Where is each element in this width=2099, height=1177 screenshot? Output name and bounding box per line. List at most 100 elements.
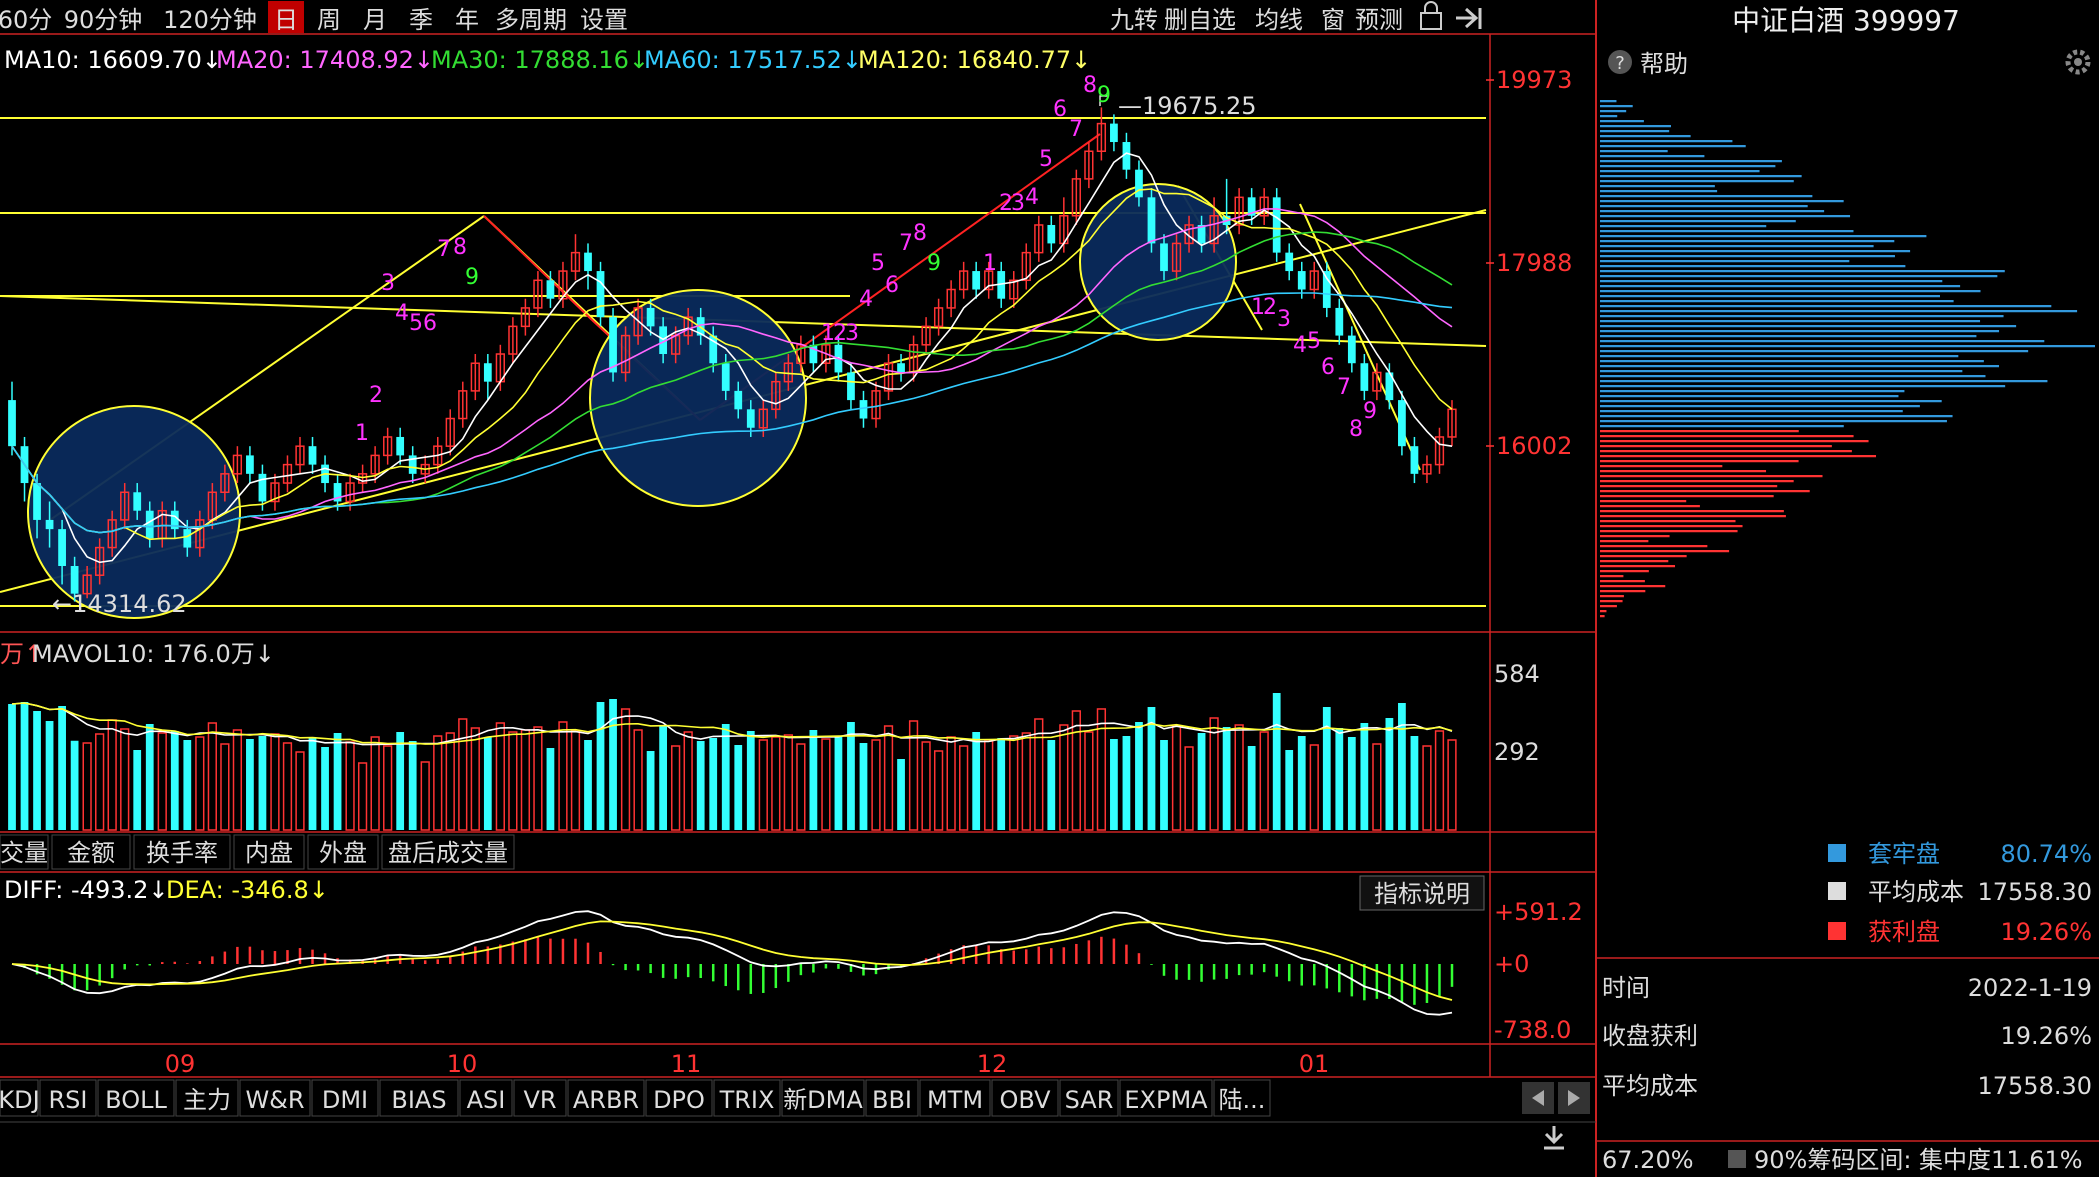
volume-bar-54: [683, 731, 693, 831]
indicator-tab-11[interactable]: TRIX: [719, 1086, 775, 1114]
volume-bar-94: [1184, 746, 1194, 831]
indicator-help-button[interactable]: 指标说明: [1374, 880, 1470, 908]
volume-bar-28: [357, 762, 368, 831]
toolbar-button-2[interactable]: 均线: [1255, 6, 1303, 34]
chip-bar-82: [1600, 510, 1784, 513]
indicator-tab-8[interactable]: VR: [523, 1086, 556, 1114]
scroll-right-icon[interactable]: [1558, 1082, 1590, 1114]
indicator-tab-10[interactable]: DPO: [653, 1086, 705, 1114]
chip-bar-91: [1600, 555, 1687, 558]
indicator-tab-16[interactable]: SAR: [1065, 1086, 1114, 1114]
chip-bar-56: [1600, 380, 2048, 383]
indicator-tab-12[interactable]: 新DMA: [783, 1086, 863, 1114]
volume-bar-66: [834, 736, 843, 830]
candle-32: [408, 446, 417, 484]
volume-bar-56: [709, 738, 718, 830]
indicator-tab-3[interactable]: 主力: [183, 1086, 231, 1114]
download-icon[interactable]: [1544, 1126, 1564, 1150]
indicator-tab-4[interactable]: W&R: [245, 1086, 304, 1114]
candle-body-0: [8, 400, 16, 447]
lock-icon[interactable]: [1420, 1, 1442, 30]
chip-bar-94: [1600, 570, 1649, 573]
candle-body-14: [183, 529, 192, 548]
period-tab-7[interactable]: 年: [455, 6, 479, 34]
td-count-2: 5: [409, 311, 423, 336]
period-tab-9[interactable]: 设置: [580, 6, 628, 34]
help-link[interactable]: 帮助: [1640, 50, 1688, 78]
toolbar-button-1[interactable]: 删自选: [1164, 6, 1236, 34]
volume-bar-37: [470, 727, 480, 831]
chip-legend-swatch-2: [1828, 922, 1846, 940]
td-count-33: 7: [1337, 375, 1351, 400]
period-tab-2[interactable]: 120分钟: [163, 6, 257, 34]
high-price-label: —19675.25: [1118, 92, 1257, 120]
volume-bar-50: [633, 729, 643, 831]
candle-36: [458, 381, 468, 428]
indicator-tab-9[interactable]: ARBR: [573, 1086, 639, 1114]
period-tab-4[interactable]: 周: [317, 6, 341, 34]
toolbar-button-3[interactable]: 窗: [1321, 6, 1345, 34]
chip-legend-label-2: 获利盘: [1868, 918, 1940, 946]
sub-tab-1[interactable]: 金额: [67, 839, 115, 867]
exit-icon[interactable]: [1456, 7, 1482, 29]
volume-bar-69: [871, 739, 881, 831]
candle-45: [570, 234, 581, 281]
period-tab-5[interactable]: 月: [363, 6, 387, 34]
period-tab-8[interactable]: 多周期: [495, 6, 567, 34]
indicator-tab-14[interactable]: MTM: [927, 1086, 983, 1114]
period-tab-0[interactable]: 60分: [0, 6, 52, 34]
volume-bar-65: [821, 738, 831, 831]
candle-42: [533, 271, 543, 318]
sub-tab-3[interactable]: 内盘: [245, 839, 293, 867]
volume-bar-98: [1234, 724, 1244, 831]
toolbar-button-4[interactable]: 预测: [1355, 6, 1403, 34]
indicator-tab-15[interactable]: OBV: [999, 1086, 1051, 1114]
chip-bar-74: [1600, 470, 1767, 473]
scroll-left-icon[interactable]: [1522, 1082, 1554, 1114]
help-icon[interactable]: ?: [1608, 50, 1632, 74]
indicator-tab-7[interactable]: ASI: [467, 1086, 506, 1114]
candle-39: [495, 344, 505, 391]
chip-bar-8: [1600, 140, 1733, 143]
chip-bar-76: [1600, 480, 1794, 483]
indicator-tab-2[interactable]: BOLL: [105, 1086, 167, 1114]
indicator-tab-17[interactable]: EXPMA: [1124, 1086, 1208, 1114]
volume-bar-36: [458, 718, 468, 831]
td-count-20: 3: [1011, 191, 1025, 216]
candle-114: [1434, 427, 1445, 474]
sub-tab-5[interactable]: 盘后成交量: [388, 839, 508, 867]
volume-bar-5: [70, 740, 79, 830]
sub-tab-0[interactable]: 交量: [0, 839, 48, 867]
candle-body-11: [145, 510, 154, 539]
chip-bar-47: [1600, 335, 1977, 338]
sub-tab-2[interactable]: 换手率: [146, 839, 218, 867]
indicator-tab-18[interactable]: 陆...: [1219, 1086, 1266, 1114]
chip-bar-55: [1600, 375, 1986, 378]
chip-bar-59: [1600, 395, 1899, 398]
indicator-tab-13[interactable]: BBI: [872, 1086, 912, 1114]
indicator-tab-1[interactable]: RSI: [49, 1086, 88, 1114]
volume-bar-44: [558, 721, 568, 831]
candle-body-103: [1297, 271, 1306, 290]
chip-bar-73: [1600, 465, 1723, 468]
indicator-tab-6[interactable]: BIAS: [391, 1086, 446, 1114]
volume-bar-47: [596, 702, 605, 830]
candle-19: [246, 446, 254, 484]
toolbar-button-0[interactable]: 九转: [1110, 6, 1158, 34]
chip-bar-2: [1600, 110, 1627, 113]
sub-tab-4[interactable]: 外盘: [319, 839, 367, 867]
chip-bar-88: [1600, 540, 1649, 543]
candle-70: [883, 354, 894, 401]
candle-46: [584, 243, 592, 290]
chip-legend-value-2: 19.26%: [2000, 918, 2092, 946]
chip-bar-78: [1600, 490, 1810, 493]
period-tab-6[interactable]: 季: [409, 6, 433, 34]
volume-bar-112: [1410, 736, 1419, 830]
volume-bar-10: [133, 750, 142, 830]
period-tab-1[interactable]: 90分钟: [64, 6, 143, 34]
period-tab-3[interactable]: 日: [274, 6, 298, 34]
indicator-tab-5[interactable]: DMI: [322, 1086, 368, 1114]
indicator-tab-0[interactable]: KDJ: [0, 1086, 40, 1114]
volume-bar-76: [959, 745, 969, 831]
gear-icon[interactable]: [2065, 49, 2091, 75]
